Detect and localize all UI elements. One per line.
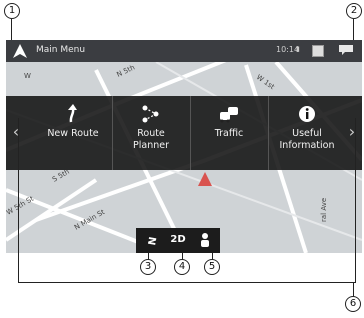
callout-2: 2 [346, 3, 362, 19]
callout-2-line [353, 19, 354, 41]
menu-arrow-icon[interactable] [12, 43, 28, 59]
message-icon[interactable] [338, 44, 354, 56]
title-bar: Main Menu 10:14 ▮ [6, 40, 362, 62]
signal-icon: ▮ [296, 45, 300, 53]
map-label: W [24, 72, 31, 80]
callout-6: 6 [345, 296, 361, 312]
callout-1-line [11, 19, 12, 41]
callout-6-line [353, 282, 354, 297]
callout-6-bracket [18, 118, 356, 283]
battery-icon [312, 45, 324, 57]
page-title: Main Menu [36, 45, 86, 55]
callout-1: 1 [4, 3, 20, 19]
